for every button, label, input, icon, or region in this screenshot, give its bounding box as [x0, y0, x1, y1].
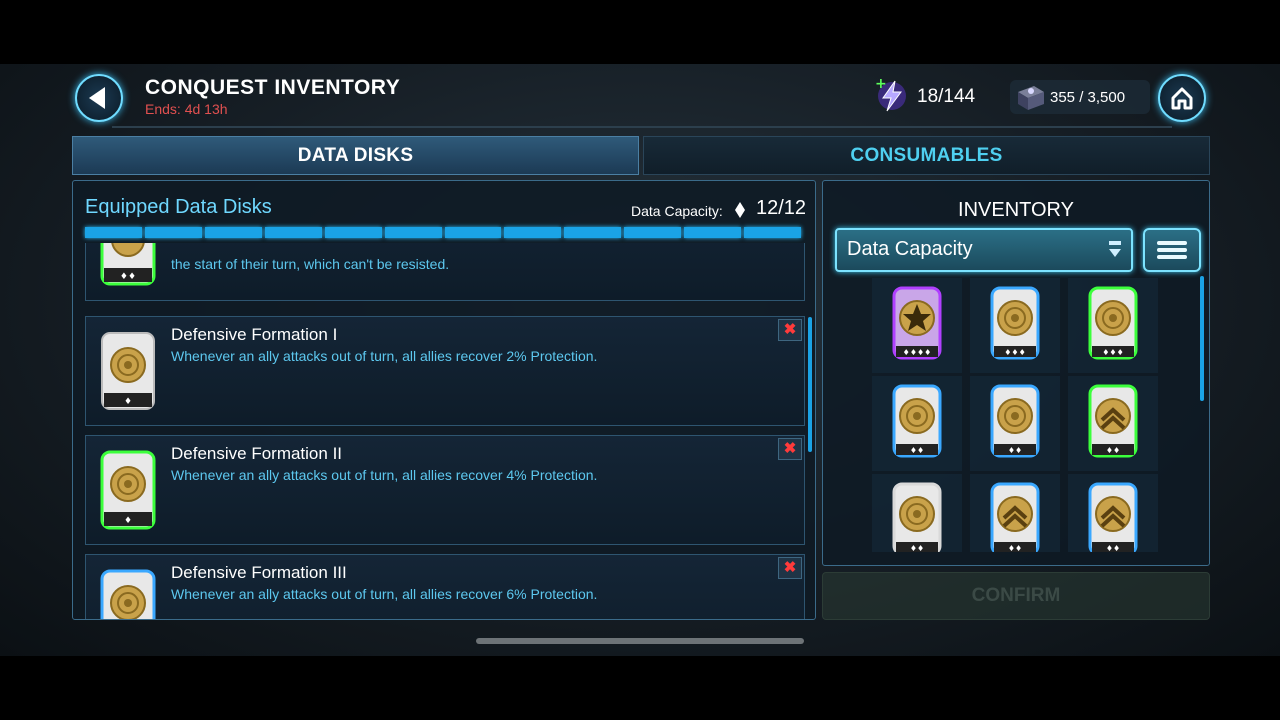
green-data-disk-icon: ♦♦♦ — [1088, 286, 1138, 360]
capacity-segment — [444, 227, 502, 238]
svg-text:♦: ♦ — [124, 397, 132, 407]
disk-list-scrollbar[interactable] — [808, 317, 812, 452]
home-icon — [1171, 87, 1193, 110]
sort-dropdown[interactable]: Data Capacity — [835, 228, 1133, 272]
remove-disk-button[interactable]: ✖ — [778, 438, 802, 460]
tab-consumables[interactable]: CONSUMABLES — [643, 136, 1210, 175]
blue-data-disk-icon: ♦♦ — [990, 482, 1040, 552]
disk-name: Defensive Formation III — [171, 563, 347, 582]
capacity-label: Data Capacity: — [631, 203, 723, 219]
disk-list[interactable]: ♦♦ the start of their turn, which can't … — [73, 243, 815, 619]
credits-value: 355 / 3,500 — [1050, 89, 1126, 106]
menu-list-icon — [1157, 241, 1187, 259]
disk-description: Whenever an ally attacks out of turn, al… — [171, 586, 598, 602]
back-button[interactable] — [75, 74, 123, 122]
blue-data-disk-icon: ♦♦♦ — [990, 286, 1040, 360]
svg-text:♦♦♦: ♦♦♦ — [1004, 348, 1026, 357]
tab-data-disks-label: DATA DISKS — [297, 144, 414, 166]
svg-text:♦♦: ♦♦ — [1008, 446, 1022, 455]
diamond-icon — [735, 202, 745, 218]
purple-data-disk-icon: ♦♦♦♦ — [892, 286, 942, 360]
capacity-segment — [504, 227, 562, 238]
sort-dropdown-value: Data Capacity — [847, 238, 973, 260]
disk-card[interactable]: Defensive Formation III Whenever an ally… — [85, 554, 805, 619]
conquest-credits[interactable]: 355 / 3,500 — [1010, 80, 1150, 114]
capacity-segment — [204, 227, 262, 238]
inventory-disk-slot[interactable]: ♦♦ — [1068, 474, 1158, 552]
blue-data-disk-icon: ♦♦ — [892, 384, 942, 458]
game-screen: CONQUEST INVENTORY Ends: 4d 13h + 18/144… — [0, 64, 1280, 656]
capacity-segment — [85, 227, 142, 238]
svg-text:♦♦: ♦♦ — [910, 544, 924, 552]
equipped-title: Equipped Data Disks — [85, 196, 272, 218]
tab-consumables-label: CONSUMABLES — [850, 144, 1003, 166]
svg-text:♦♦: ♦♦ — [910, 446, 924, 455]
inventory-panel: INVENTORY Data Capacity ♦♦♦♦ ♦♦♦ ♦♦♦ ♦♦ ♦♦ ♦♦… — [822, 180, 1210, 566]
disk-card[interactable]: ♦ Defensive Formation II Whenever an all… — [85, 435, 805, 545]
svg-text:♦♦: ♦♦ — [1106, 544, 1120, 552]
disk-description: Whenever an ally attacks out of turn, al… — [171, 467, 598, 483]
blue-data-disk-icon: ♦♦ — [990, 384, 1040, 458]
capacity-segment — [564, 227, 622, 238]
tab-data-disks[interactable]: DATA DISKS — [72, 136, 639, 175]
home-indicator-bar[interactable] — [476, 638, 804, 644]
svg-text:♦♦: ♦♦ — [1106, 446, 1120, 455]
confirm-button[interactable]: CONFIRM — [822, 572, 1210, 620]
svg-text:♦: ♦ — [124, 516, 132, 526]
disk-name: Defensive Formation I — [171, 325, 338, 344]
inventory-disk-slot[interactable]: ♦♦ — [970, 474, 1060, 552]
header-divider — [112, 126, 1172, 128]
inventory-title: INVENTORY — [958, 199, 1074, 221]
disk-description: the start of their turn, which can't be … — [171, 256, 450, 272]
crate-icon — [1018, 86, 1044, 110]
inventory-disk-slot[interactable]: ♦♦♦ — [970, 278, 1060, 373]
event-timer: Ends: 4d 13h — [145, 101, 228, 117]
capacity-segment — [744, 227, 802, 238]
svg-text:♦♦♦: ♦♦♦ — [1102, 348, 1124, 357]
svg-text:♦♦♦♦: ♦♦♦♦ — [903, 348, 932, 357]
green-data-disk-icon: ♦ — [100, 450, 156, 530]
sort-order-icon — [1109, 241, 1121, 257]
capacity-segment — [684, 227, 742, 238]
capacity-segment — [264, 227, 322, 238]
remove-disk-button[interactable]: ✖ — [778, 319, 802, 341]
white-data-disk-icon: ♦♦ — [892, 482, 942, 552]
inventory-disk-slot[interactable]: ♦♦♦♦ — [872, 278, 962, 373]
inventory-disk-slot[interactable]: ♦♦ — [872, 474, 962, 552]
svg-text:♦♦: ♦♦ — [120, 272, 136, 282]
inventory-disk-slot[interactable]: ♦♦ — [970, 376, 1060, 471]
back-arrow-icon — [89, 87, 105, 109]
green-data-disk-icon: ♦♦ — [100, 243, 156, 286]
inventory-disk-slot[interactable]: ♦♦♦ — [1068, 278, 1158, 373]
blue-data-disk-icon — [100, 569, 156, 619]
energy-value: 18/144 — [917, 86, 976, 107]
inventory-grid: ♦♦♦♦ ♦♦♦ ♦♦♦ ♦♦ ♦♦ ♦♦ ♦♦ ♦♦ ♦♦ — [872, 278, 1162, 552]
disk-description: Whenever an ally attacks out of turn, al… — [171, 348, 598, 364]
equipped-disks-panel: Equipped Data Disks Data Capacity: 12/12… — [72, 180, 816, 620]
page-title: CONQUEST INVENTORY — [145, 76, 401, 99]
capacity-bar — [85, 227, 802, 238]
capacity-segment — [624, 227, 682, 238]
svg-text:♦♦: ♦♦ — [1008, 544, 1022, 552]
inventory-scrollbar[interactable] — [1200, 276, 1204, 401]
white-data-disk-icon: ♦ — [101, 332, 155, 410]
confirm-label: CONFIRM — [971, 585, 1061, 606]
home-button[interactable] — [1158, 74, 1206, 122]
green-data-disk-icon: ♦♦ — [1088, 384, 1138, 458]
disk-card[interactable]: ♦ Defensive Formation I Whenever an ally… — [85, 316, 805, 426]
capacity-segment — [144, 227, 202, 238]
capacity-segment — [384, 227, 442, 238]
remove-disk-button[interactable]: ✖ — [778, 557, 802, 579]
disk-card-partial[interactable]: ♦♦ the start of their turn, which can't … — [85, 243, 805, 301]
energy-counter[interactable]: + 18/144 — [872, 76, 987, 114]
capacity-segment — [324, 227, 382, 238]
lightning-energy-icon: + — [875, 76, 906, 112]
inventory-disk-slot[interactable]: ♦♦ — [872, 376, 962, 471]
filter-button[interactable] — [1143, 228, 1201, 272]
disk-name: Defensive Formation II — [171, 444, 343, 463]
capacity-value: 12/12 — [756, 197, 807, 219]
inventory-disk-slot[interactable]: ♦♦ — [1068, 376, 1158, 471]
svg-text:+: + — [875, 76, 887, 92]
blue-data-disk-icon: ♦♦ — [1088, 482, 1138, 552]
